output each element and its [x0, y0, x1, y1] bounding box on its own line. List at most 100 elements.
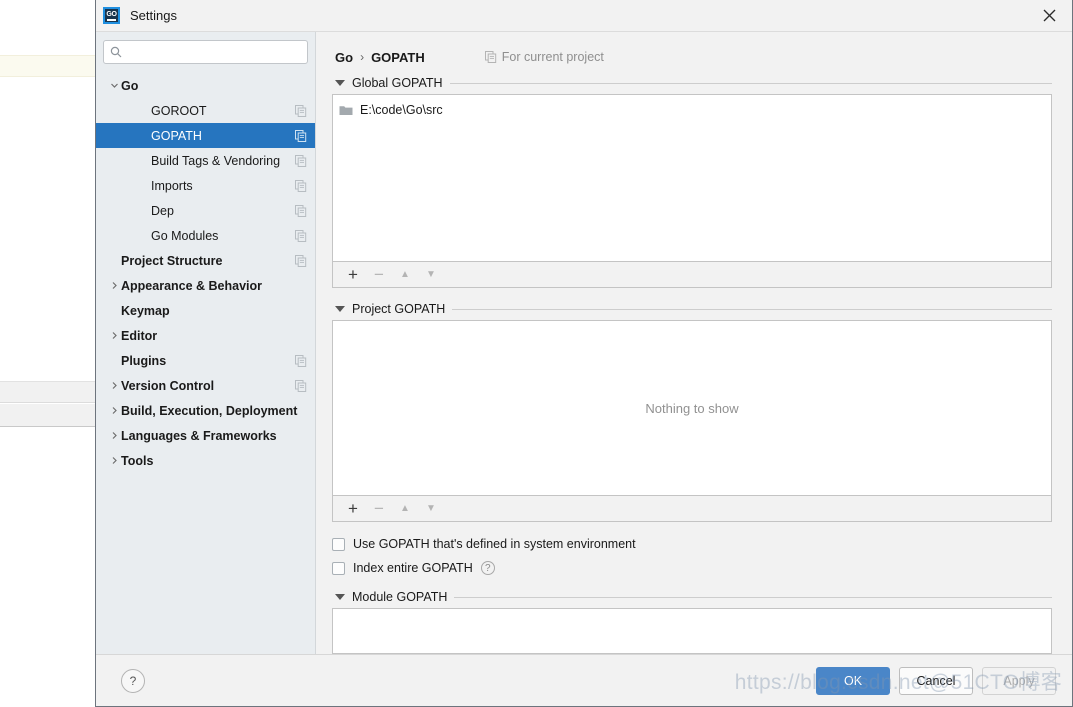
help-button[interactable]: ?: [121, 668, 145, 693]
add-button[interactable]: +: [340, 497, 366, 521]
close-icon[interactable]: [1027, 0, 1072, 31]
module-gopath-header[interactable]: Module GOPATH: [332, 590, 1052, 604]
move-down-button-glyph: ▼: [426, 503, 436, 514]
section-divider: [449, 82, 1052, 84]
sidebar-item-gopath[interactable]: GOPATH: [96, 123, 315, 148]
chevron-right-icon[interactable]: [110, 406, 119, 415]
sidebar-item-label: GOPATH: [151, 128, 202, 143]
background-gray-band-1: [0, 381, 96, 403]
sidebar-item-keymap[interactable]: Keymap: [96, 298, 315, 323]
sidebar-copy-icon-wrap[interactable]: [295, 104, 307, 117]
sidebar-item-imports[interactable]: Imports: [96, 173, 315, 198]
tree-arrow-slot[interactable]: [107, 406, 121, 415]
tree-arrow-slot[interactable]: [107, 281, 121, 290]
collapse-triangle-icon[interactable]: [335, 306, 345, 312]
sidebar-item-label: Languages & Frameworks: [121, 428, 277, 443]
checkbox-row[interactable]: Use GOPATH that's defined in system envi…: [332, 532, 1052, 556]
sidebar-item-label: Dep: [151, 203, 174, 218]
add-button-glyph: +: [348, 499, 358, 518]
search-input[interactable]: [127, 44, 301, 60]
sidebar-item-label: Version Control: [121, 378, 215, 393]
copy-icon[interactable]: [295, 154, 307, 167]
chevron-right-icon[interactable]: [110, 456, 119, 465]
gopath-options: Use GOPATH that's defined in system envi…: [332, 532, 1052, 580]
copy-icon[interactable]: [295, 354, 307, 367]
chevron-down-icon[interactable]: [110, 81, 119, 90]
chevron-right-icon[interactable]: [110, 331, 119, 340]
sidebar-item-goroot[interactable]: GOROOT: [96, 98, 315, 123]
sidebar-item-appearance-behavior[interactable]: Appearance & Behavior: [96, 273, 315, 298]
sidebar-copy-icon-wrap[interactable]: [295, 229, 307, 242]
sidebar-copy-icon-wrap[interactable]: [295, 204, 307, 217]
sidebar-copy-icon-wrap[interactable]: [295, 179, 307, 192]
sidebar-copy-icon-wrap[interactable]: [295, 354, 307, 367]
breadcrumb-current: GOPATH: [371, 49, 425, 65]
copy-icon[interactable]: [295, 104, 307, 117]
help-icon[interactable]: ?: [480, 561, 495, 575]
list-item[interactable]: E:\code\Go\src: [333, 99, 1051, 121]
sidebar-item-project-structure[interactable]: Project Structure: [96, 248, 315, 273]
add-button-glyph: +: [348, 265, 358, 284]
sidebar-item-label: Project Structure: [121, 253, 223, 268]
add-button[interactable]: +: [340, 263, 366, 287]
copy-icon[interactable]: [295, 254, 307, 267]
sidebar-item-label: Plugins: [121, 353, 167, 368]
project-gopath-list[interactable]: Nothing to show: [332, 320, 1052, 496]
copy-icon[interactable]: [295, 229, 307, 242]
chevron-right-icon[interactable]: [110, 281, 119, 290]
ok-button[interactable]: OK: [816, 666, 890, 695]
tree-arrow-slot[interactable]: [107, 381, 121, 390]
copy-icon[interactable]: [295, 129, 307, 142]
move-up-button-glyph: ▲: [400, 503, 410, 514]
module-gopath-title: Module GOPATH: [352, 590, 448, 604]
checkbox-row[interactable]: Index entire GOPATH?: [332, 556, 1052, 580]
section-divider: [452, 308, 1052, 310]
dialog-title: Settings: [130, 8, 177, 23]
tree-arrow-slot[interactable]: [107, 456, 121, 465]
tree-arrow-slot[interactable]: [107, 81, 121, 90]
sidebar-item-build-tags-vendoring[interactable]: Build Tags & Vendoring: [96, 148, 315, 173]
project-gopath-header[interactable]: Project GOPATH: [332, 302, 1052, 316]
breadcrumb-parent[interactable]: Go: [335, 50, 353, 65]
sidebar-item-go-modules[interactable]: Go Modules: [96, 223, 315, 248]
sidebar-item-version-control[interactable]: Version Control: [96, 373, 315, 398]
sidebar-item-tools[interactable]: Tools: [96, 448, 315, 473]
global-gopath-header[interactable]: Global GOPATH: [332, 76, 1052, 90]
sidebar-search-wrap: [96, 32, 315, 70]
sidebar-item-label: Appearance & Behavior: [121, 278, 263, 293]
sidebar-item-label: Tools: [121, 453, 154, 468]
collapse-triangle-icon[interactable]: [335, 594, 345, 600]
copy-icon[interactable]: [295, 379, 307, 392]
cancel-button[interactable]: Cancel: [899, 666, 973, 695]
sidebar-item-editor[interactable]: Editor: [96, 323, 315, 348]
tree-arrow-slot[interactable]: [107, 431, 121, 440]
collapse-triangle-icon[interactable]: [335, 80, 345, 86]
goland-icon-bar: [107, 18, 116, 21]
checkbox-use-system-gopath[interactable]: [332, 537, 345, 551]
chevron-right-icon[interactable]: [110, 381, 119, 390]
sidebar-item-label: GOROOT: [151, 103, 207, 118]
sidebar-copy-icon-wrap[interactable]: [295, 254, 307, 267]
sidebar-item-label: Build, Execution, Deployment: [121, 403, 298, 418]
project-gopath-toolbar: + − ▲ ▼: [332, 496, 1052, 522]
sidebar-copy-icon-wrap[interactable]: [295, 379, 307, 392]
sidebar-copy-icon-wrap[interactable]: [295, 129, 307, 142]
background-highlight-band: [0, 55, 96, 77]
sidebar-item-build-execution-deployment[interactable]: Build, Execution, Deployment: [96, 398, 315, 423]
sidebar-item-go[interactable]: Go: [96, 73, 315, 98]
background-gray-band-2: [0, 404, 96, 427]
sidebar-copy-icon-wrap[interactable]: [295, 154, 307, 167]
search-box[interactable]: [103, 40, 308, 64]
module-gopath-list[interactable]: [332, 608, 1052, 654]
sidebar-item-languages-frameworks[interactable]: Languages & Frameworks: [96, 423, 315, 448]
dialog-titlebar: GO Settings: [96, 0, 1072, 32]
copy-icon[interactable]: [295, 179, 307, 192]
chevron-right-icon[interactable]: [110, 431, 119, 440]
sidebar-item-dep[interactable]: Dep: [96, 198, 315, 223]
tree-arrow-slot[interactable]: [107, 331, 121, 340]
copy-icon[interactable]: [295, 204, 307, 217]
sidebar-item-plugins[interactable]: Plugins: [96, 348, 315, 373]
checkbox-index-entire-gopath[interactable]: [332, 561, 345, 575]
global-gopath-list[interactable]: E:\code\Go\src: [332, 94, 1052, 262]
move-up-button-glyph: ▲: [400, 269, 410, 280]
